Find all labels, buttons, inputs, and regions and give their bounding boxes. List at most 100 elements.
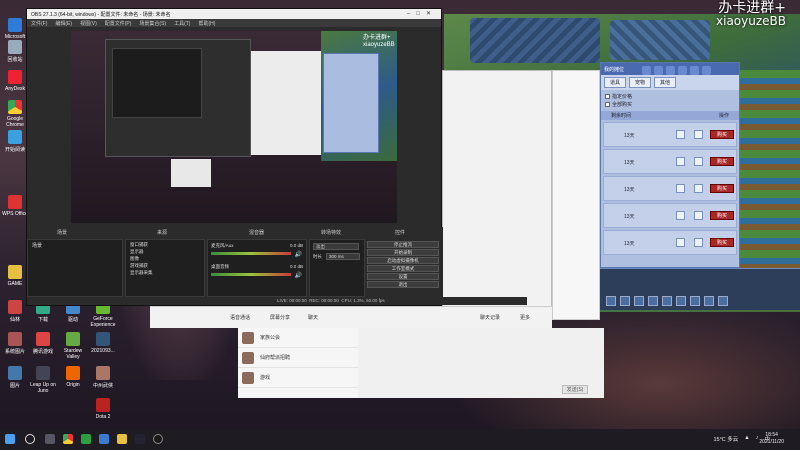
menu-help[interactable]: 帮助(H) bbox=[198, 20, 215, 27]
shop-header-row: 剩余时间 操作 bbox=[601, 111, 739, 120]
desktop-icon-leapup[interactable]: Leap Up on Juno bbox=[28, 366, 58, 394]
menu-view[interactable]: 视图(V) bbox=[80, 20, 97, 27]
shop-tab-pets[interactable]: 宠物 bbox=[629, 77, 652, 88]
game-skill-slot[interactable] bbox=[704, 296, 714, 306]
obs-titlebar[interactable]: OBS 27.1.3 (64-bit, windows) - 配置文件: 未命名… bbox=[27, 9, 441, 19]
item-info-icon[interactable] bbox=[676, 157, 685, 166]
chat-message-area[interactable]: 发送(S) bbox=[358, 328, 604, 398]
item-info-icon[interactable] bbox=[676, 211, 685, 220]
cart-icon[interactable] bbox=[694, 130, 703, 139]
preview-watermark-line2: xiaoyuzeBB bbox=[363, 42, 395, 48]
game-skill-slot[interactable] bbox=[648, 296, 658, 306]
explorer-taskbar-icon[interactable] bbox=[117, 434, 127, 444]
item-info-icon[interactable] bbox=[676, 184, 685, 193]
buy-button[interactable]: 购买 bbox=[710, 130, 734, 139]
desktop-icon-stardew[interactable]: Stardew Valley bbox=[58, 332, 88, 360]
menu-file[interactable]: 文件(F) bbox=[31, 20, 47, 27]
recycle-bin-icon bbox=[8, 40, 22, 54]
shop-tab-other[interactable]: 其他 bbox=[654, 77, 677, 88]
network-icon[interactable]: ▲ bbox=[744, 435, 749, 443]
exit-button[interactable]: 退出 bbox=[367, 281, 439, 288]
game-skill-slot[interactable] bbox=[620, 296, 630, 306]
desktop-icon-tencent[interactable]: 腾讯游戏 bbox=[28, 332, 58, 355]
sources-panel: 窗口捕获 显示器 图像 游戏捕获 显示器采集 bbox=[125, 239, 205, 297]
menu-tools[interactable]: 工具(T) bbox=[174, 20, 190, 27]
menu-scene-collection[interactable]: 场景集合(S) bbox=[139, 20, 166, 27]
speaker-icon[interactable]: 🔊 bbox=[295, 272, 302, 279]
shop-tool-icon[interactable] bbox=[678, 66, 687, 75]
chat-history[interactable]: 聊天记录 bbox=[480, 314, 500, 321]
shop-filter-price[interactable]: 指定价格 bbox=[605, 93, 735, 100]
source-item[interactable]: 显示器采集 bbox=[130, 269, 200, 276]
buy-button[interactable]: 购买 bbox=[710, 211, 734, 220]
qq-taskbar-icon[interactable] bbox=[99, 434, 109, 444]
source-item[interactable]: 显示器 bbox=[130, 248, 200, 255]
window-controls[interactable]: –□✕ bbox=[407, 10, 437, 17]
desktop-icon-dota2[interactable]: Dota 2 bbox=[88, 398, 118, 420]
send-button[interactable]: 发送(S) bbox=[562, 385, 588, 394]
stop-stream-button[interactable]: 停止推流 bbox=[367, 241, 439, 248]
speaker-icon[interactable]: 🔊 bbox=[295, 251, 302, 258]
weather-widget[interactable]: 15°C 多云 bbox=[713, 435, 738, 443]
taskbar-clock[interactable]: 18:54 2021/11/20 bbox=[759, 432, 784, 446]
source-item[interactable]: 图像 bbox=[130, 255, 200, 262]
desktop-icon-wuxia[interactable]: 中州武侠 bbox=[88, 366, 118, 389]
shop-filter-all[interactable]: 全部购买 bbox=[605, 101, 735, 108]
desktop-icon-images[interactable]: 系统图片 bbox=[0, 332, 30, 355]
task-view-icon[interactable] bbox=[45, 434, 55, 444]
game-skill-slot[interactable] bbox=[676, 296, 686, 306]
desktop-icon-origin[interactable]: Origin bbox=[58, 366, 88, 388]
shop-tab-items[interactable]: 道具 bbox=[604, 77, 627, 88]
game-skill-slot[interactable] bbox=[690, 296, 700, 306]
menu-profile[interactable]: 配置文件(P) bbox=[105, 20, 132, 27]
desktop-icon-pictures[interactable]: 图片 bbox=[0, 366, 30, 389]
cart-icon[interactable] bbox=[694, 157, 703, 166]
cart-icon[interactable] bbox=[694, 211, 703, 220]
duration-input[interactable]: 300 ms bbox=[326, 253, 360, 260]
item-info-icon[interactable] bbox=[676, 238, 685, 247]
chrome-icon bbox=[8, 100, 22, 114]
steam-taskbar-icon[interactable] bbox=[135, 434, 145, 444]
chat-screen-share[interactable]: 屏幕分享 bbox=[270, 314, 290, 321]
search-icon[interactable] bbox=[25, 434, 35, 444]
source-item[interactable]: 窗口捕获 bbox=[130, 241, 200, 248]
chat-contact[interactable]: 游戏 bbox=[238, 368, 358, 388]
obs-preview-canvas[interactable]: 办卡进群+ xiaoyuzeBB bbox=[71, 31, 397, 223]
chat-contact[interactable]: 家族公会 bbox=[238, 328, 358, 348]
menu-edit[interactable]: 编辑(E) bbox=[55, 20, 72, 27]
buy-button[interactable]: 购买 bbox=[710, 238, 734, 247]
chat-voice-call[interactable]: 语音通话 bbox=[230, 314, 250, 321]
obs-taskbar-icon[interactable] bbox=[153, 434, 163, 444]
transition-select[interactable]: 淡出 bbox=[313, 243, 359, 250]
wechat-taskbar-icon[interactable] bbox=[81, 434, 91, 444]
cart-icon[interactable] bbox=[694, 184, 703, 193]
settings-button[interactable]: 设置 bbox=[367, 273, 439, 280]
game-skill-slot[interactable] bbox=[662, 296, 672, 306]
game-skill-slot[interactable] bbox=[634, 296, 644, 306]
tencent-games-icon bbox=[36, 332, 50, 346]
shop-tool-icon[interactable] bbox=[666, 66, 675, 75]
buy-button[interactable]: 购买 bbox=[710, 157, 734, 166]
chat-contact[interactable]: 仙府帮派招聘 bbox=[238, 348, 358, 368]
shop-tool-icon[interactable] bbox=[690, 66, 699, 75]
shop-tool-icon[interactable] bbox=[654, 66, 663, 75]
buy-button[interactable]: 购买 bbox=[710, 184, 734, 193]
volume-icon[interactable]: ♪ bbox=[756, 435, 759, 443]
source-item[interactable]: 游戏捕获 bbox=[130, 262, 200, 269]
game-skill-slot[interactable] bbox=[606, 296, 616, 306]
chat-mode[interactable]: 聊天 bbox=[308, 314, 318, 321]
shop-tool-icon[interactable] bbox=[642, 66, 651, 75]
item-info-icon[interactable] bbox=[676, 130, 685, 139]
scene-item[interactable]: 场景 bbox=[28, 240, 122, 251]
studio-mode-button[interactable]: 工作室模式 bbox=[367, 265, 439, 272]
start-icon[interactable] bbox=[5, 434, 15, 444]
desktop-icon-image-2021[interactable]: 2021093... bbox=[88, 332, 118, 354]
audio-meter bbox=[211, 273, 291, 276]
chat-more[interactable]: 更多 bbox=[520, 314, 530, 321]
chrome-taskbar-icon[interactable] bbox=[63, 434, 73, 444]
game-skill-slot[interactable] bbox=[718, 296, 728, 306]
cart-icon[interactable] bbox=[694, 238, 703, 247]
start-recording-button[interactable]: 开始录制 bbox=[367, 249, 439, 256]
virtual-camera-button[interactable]: 启动虚拟摄像机 bbox=[367, 257, 439, 264]
shop-tool-icon[interactable] bbox=[702, 66, 711, 75]
